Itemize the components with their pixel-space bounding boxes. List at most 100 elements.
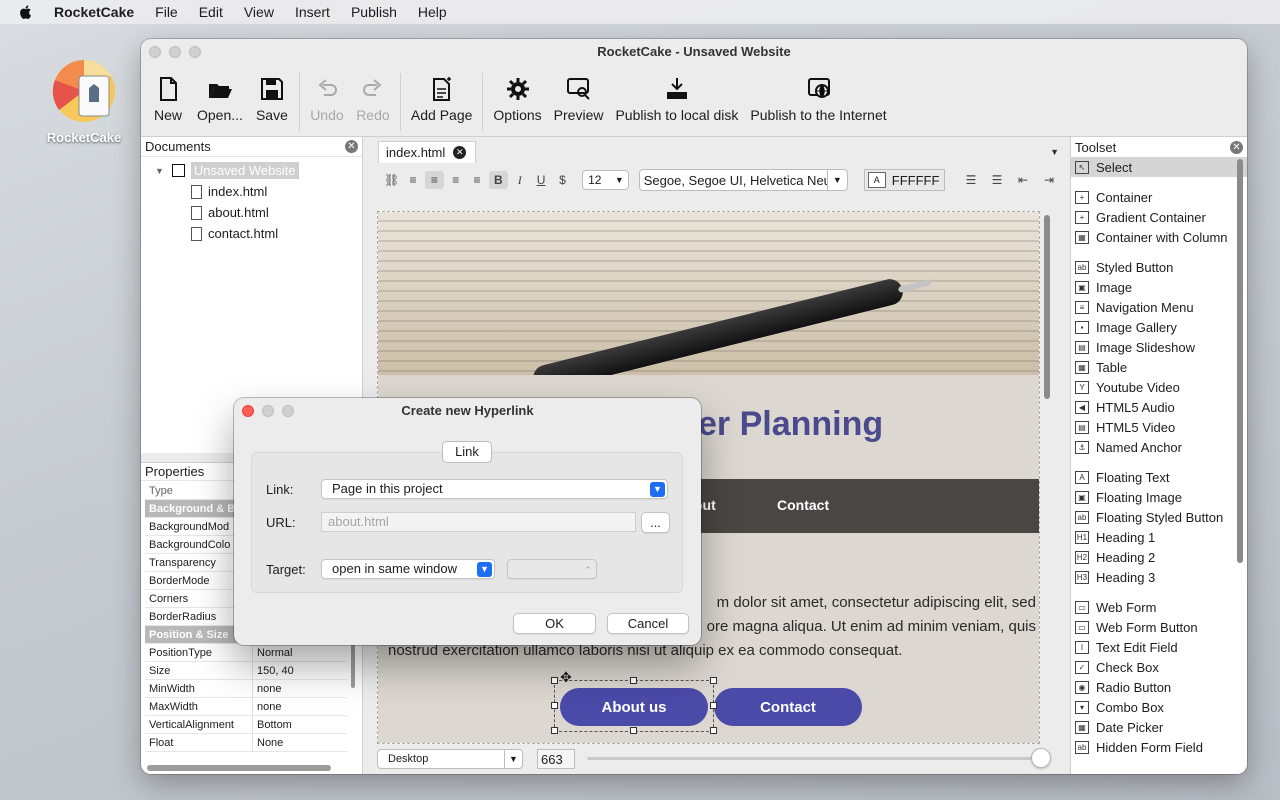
property-row[interactable]: MaxWidth none xyxy=(145,698,347,716)
toolset-item[interactable]: ▦ Table xyxy=(1071,357,1247,377)
toolset-item[interactable]: ▣ Floating Image xyxy=(1071,487,1247,507)
ok-button[interactable]: OK xyxy=(513,613,596,634)
property-value[interactable]: None xyxy=(253,734,347,751)
toolset-item[interactable]: + Gradient Container xyxy=(1071,207,1247,227)
property-row[interactable]: VerticalAlignment Bottom xyxy=(145,716,347,734)
browse-button[interactable]: ... xyxy=(641,512,670,533)
redo-button[interactable]: Redo xyxy=(350,65,396,123)
property-row[interactable]: PositionType Normal xyxy=(145,644,347,662)
toolset-item[interactable]: Y Youtube Video xyxy=(1071,377,1247,397)
underline-icon[interactable]: U xyxy=(531,171,550,189)
preview-button[interactable]: Preview xyxy=(548,65,610,123)
undo-button[interactable]: Undo xyxy=(304,65,350,123)
url-field[interactable]: about.html xyxy=(321,512,636,532)
menu-file[interactable]: File xyxy=(155,4,178,20)
toolset-item[interactable]: ▦ Date Picker xyxy=(1071,717,1247,737)
save-button[interactable]: Save xyxy=(249,65,295,123)
toolset-item[interactable]: ▤ HTML5 Video xyxy=(1071,417,1247,437)
link-chain-icon[interactable]: ⛓ xyxy=(382,171,401,189)
toolset-item[interactable]: ≡ Navigation Menu xyxy=(1071,297,1247,317)
toolset-item[interactable]: ▭ Web Form Button xyxy=(1071,617,1247,637)
open-button[interactable]: Open... xyxy=(191,65,249,123)
toolset-item[interactable]: ab Styled Button xyxy=(1071,257,1247,277)
tree-file-item[interactable]: about.html xyxy=(141,202,362,223)
menu-edit[interactable]: Edit xyxy=(199,4,223,20)
font-family-select[interactable]: Segoe, Segoe UI, Helvetica Neu ▼ xyxy=(638,169,848,191)
tree-root-item[interactable]: ▼ Unsaved Website xyxy=(141,160,362,181)
close-toolset-icon[interactable]: ✕ xyxy=(1230,140,1243,154)
bullet-list-icon[interactable]: ☰ xyxy=(961,171,981,189)
toolset-item[interactable]: ▦ Container with Column xyxy=(1071,227,1247,247)
toolset-item[interactable]: H3 Heading 3 xyxy=(1071,567,1247,587)
property-value[interactable]: none xyxy=(253,698,347,715)
resize-handle[interactable] xyxy=(710,727,717,734)
property-value[interactable]: Normal xyxy=(253,644,347,661)
close-window-button[interactable] xyxy=(149,46,161,58)
indent-icon[interactable]: ⇥ xyxy=(1039,171,1059,189)
font-size-select[interactable]: 12 ▼ xyxy=(582,170,629,190)
toolset-item[interactable]: ▾ Combo Box xyxy=(1071,697,1247,717)
toolset-item[interactable]: ⚓ Named Anchor xyxy=(1071,437,1247,457)
text-color-picker[interactable]: A FFFFFF xyxy=(863,169,946,191)
menu-publish[interactable]: Publish xyxy=(351,4,397,20)
align-center-icon[interactable]: ≡ xyxy=(424,171,445,189)
property-value[interactable]: none xyxy=(253,680,347,697)
editor-vertical-scrollbar[interactable] xyxy=(1043,211,1051,744)
resize-handle[interactable] xyxy=(630,727,637,734)
align-justify-icon[interactable]: ≡ xyxy=(467,171,486,189)
properties-vertical-scrollbar[interactable] xyxy=(351,638,355,688)
resize-handle[interactable] xyxy=(630,677,637,684)
add-page-button[interactable]: Add Page xyxy=(405,65,479,123)
options-button[interactable]: Options xyxy=(487,65,547,123)
property-row[interactable]: Float None xyxy=(145,734,347,752)
close-tab-icon[interactable]: ✕ xyxy=(453,146,467,159)
toolset-item[interactable]: H2 Heading 2 xyxy=(1071,547,1247,567)
property-value[interactable]: 150, 40 xyxy=(253,662,347,679)
outdent-icon[interactable]: ⇤ xyxy=(1013,171,1033,189)
property-row[interactable]: MinWidth none xyxy=(145,680,347,698)
desktop-app-icon[interactable]: RocketCake xyxy=(44,58,124,145)
menu-help[interactable]: Help xyxy=(418,4,447,20)
bold-icon[interactable]: B xyxy=(488,171,509,189)
toolset-item[interactable]: ▪ Image Gallery xyxy=(1071,317,1247,337)
resize-handle[interactable] xyxy=(710,702,717,709)
resize-handle[interactable] xyxy=(551,677,558,684)
move-handle-icon[interactable]: ✥ xyxy=(558,669,574,685)
device-select[interactable]: Desktop ▼ xyxy=(377,749,523,769)
contact-button[interactable]: Contact xyxy=(714,688,862,726)
resize-handle[interactable] xyxy=(551,702,558,709)
toolset-item[interactable]: H1 Heading 1 xyxy=(1071,527,1247,547)
toolset-item[interactable]: ▭ Web Form xyxy=(1071,597,1247,617)
strikethrough-icon[interactable]: $ xyxy=(553,171,572,189)
italic-icon[interactable]: I xyxy=(510,171,529,189)
dialog-zoom-button[interactable] xyxy=(282,405,294,417)
toolset-item[interactable]: ab Hidden Form Field xyxy=(1071,737,1247,757)
minimize-window-button[interactable] xyxy=(169,46,181,58)
tree-file-item[interactable]: index.html xyxy=(141,181,362,202)
toolset-item[interactable]: ▣ Image xyxy=(1071,277,1247,297)
property-value[interactable]: Bottom xyxy=(253,716,347,733)
align-left-icon[interactable]: ≡ xyxy=(403,171,422,189)
property-row[interactable]: Size 150, 40 xyxy=(145,662,347,680)
tree-file-item[interactable]: contact.html xyxy=(141,223,362,244)
apple-icon[interactable] xyxy=(18,4,34,20)
slider-knob[interactable] xyxy=(1031,748,1051,768)
toolset-item[interactable]: ▤ Image Slideshow xyxy=(1071,337,1247,357)
width-slider[interactable] xyxy=(587,748,1051,768)
properties-horizontal-scrollbar[interactable] xyxy=(147,765,331,771)
resize-handle[interactable] xyxy=(710,677,717,684)
resize-handle[interactable] xyxy=(551,727,558,734)
toolset-item[interactable]: ✓ Check Box xyxy=(1071,657,1247,677)
toolset-item[interactable]: A Floating Text xyxy=(1071,467,1247,487)
menu-insert[interactable]: Insert xyxy=(295,4,330,20)
dialog-close-button[interactable] xyxy=(242,405,254,417)
toolset-item[interactable]: ◉ Radio Button xyxy=(1071,677,1247,697)
numbered-list-icon[interactable]: ☰ xyxy=(987,171,1007,189)
align-right-icon[interactable]: ≡ xyxy=(446,171,465,189)
tab-index[interactable]: index.html ✕ xyxy=(378,141,476,163)
zoom-window-button[interactable] xyxy=(189,46,201,58)
link-type-select[interactable]: Page in this project ▼ xyxy=(321,479,668,499)
toolset-item[interactable]: I Text Edit Field xyxy=(1071,637,1247,657)
toolset-item[interactable]: + Container xyxy=(1071,187,1247,207)
publish-local-button[interactable]: Publish to local disk xyxy=(609,65,744,123)
